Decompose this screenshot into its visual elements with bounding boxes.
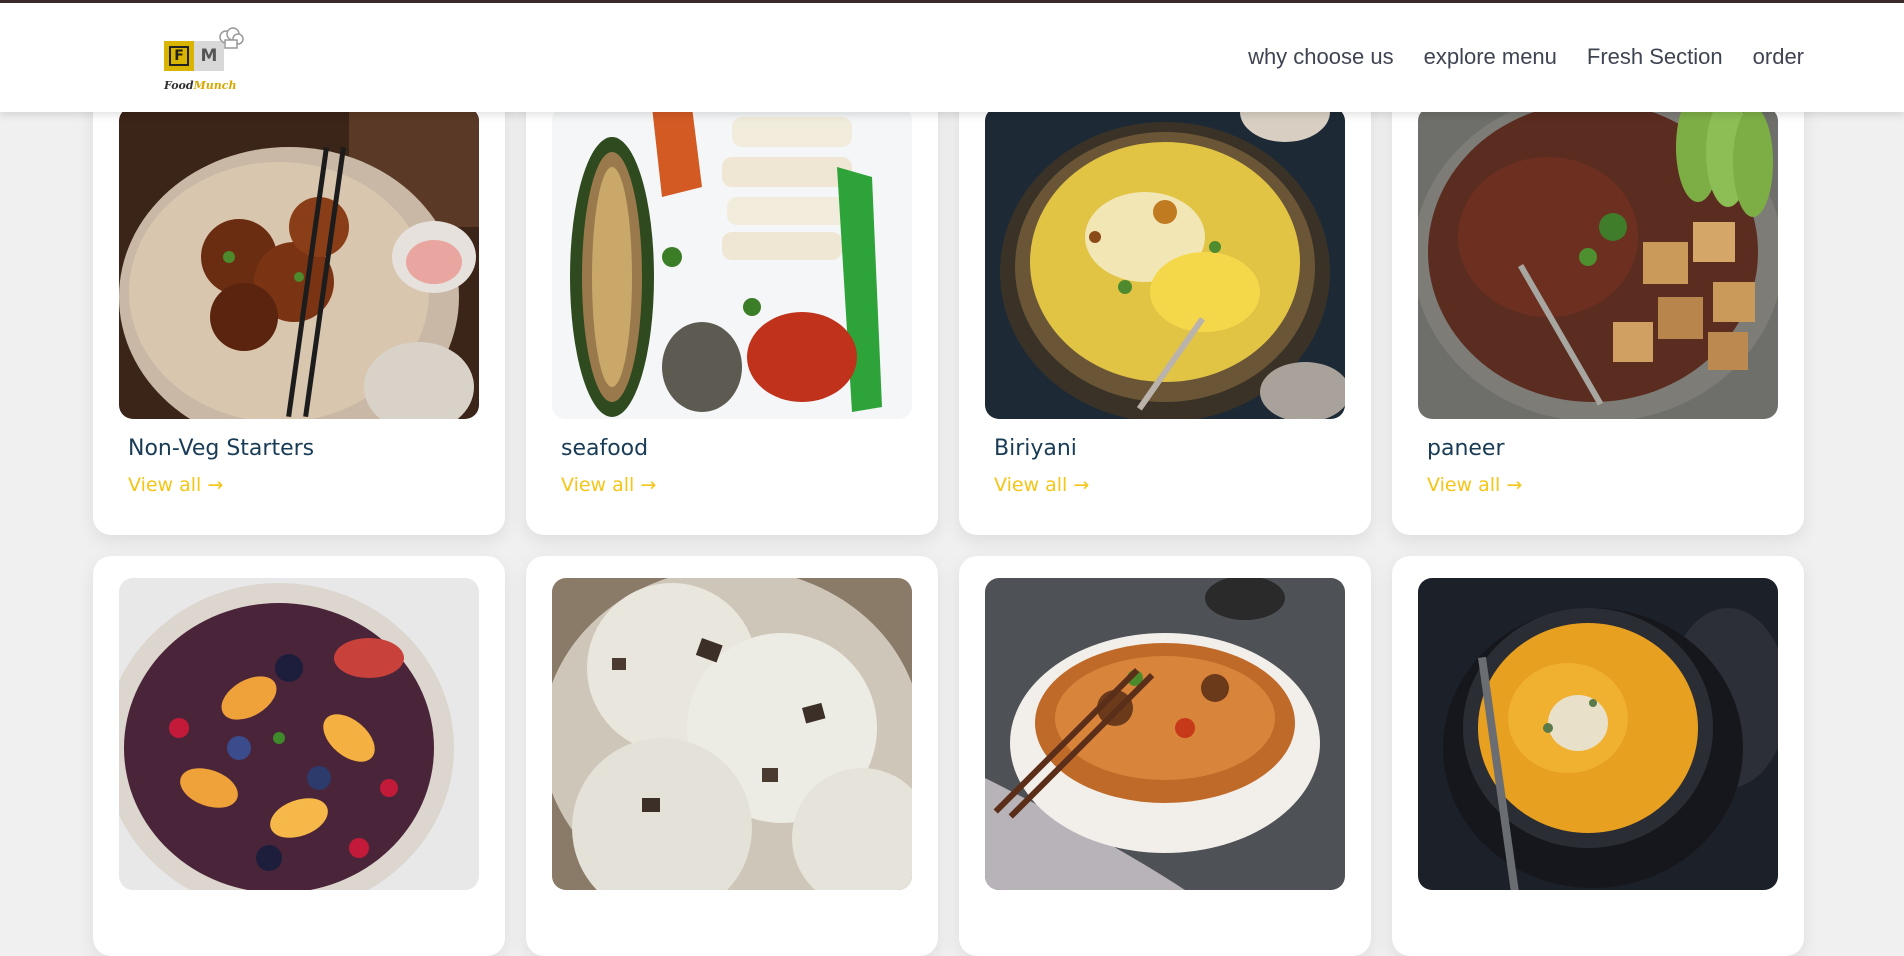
noodles-image	[985, 578, 1345, 890]
menu-card-ice-cream[interactable]	[526, 556, 938, 956]
nav-order[interactable]: order	[1753, 44, 1804, 70]
logo-letter-f: F	[164, 41, 194, 71]
navbar: F M FoodMunch why choose us explore menu…	[0, 3, 1904, 112]
nav-why-choose-us[interactable]: why choose us	[1248, 44, 1394, 70]
nav-fresh-section[interactable]: Fresh Section	[1587, 44, 1723, 70]
view-all-link[interactable]: View all →	[561, 474, 656, 496]
card-title: Non-Veg Starters	[128, 436, 315, 461]
brand-logo[interactable]: F M FoodMunch	[160, 27, 244, 97]
card-title: paneer	[1427, 436, 1505, 461]
window-top-border	[0, 0, 1904, 3]
brand-name: FoodMunch	[164, 79, 237, 92]
biriyani-image	[985, 107, 1345, 419]
view-all-link[interactable]: View all →	[994, 474, 1089, 496]
menu-card-seafood[interactable]: seafood View all →	[526, 85, 938, 535]
pumpkin-soup-image	[1418, 578, 1778, 890]
menu-card-biriyani[interactable]: Biriyani View all →	[959, 85, 1371, 535]
fruit-bowl-image	[119, 578, 479, 890]
view-all-link[interactable]: View all →	[128, 474, 223, 496]
view-all-link[interactable]: View all →	[1427, 474, 1522, 496]
menu-card-noodles[interactable]	[959, 556, 1371, 956]
paneer-bowl-image	[1418, 107, 1778, 419]
grilled-seafood-image	[552, 107, 912, 419]
menu-card-non-veg-starters[interactable]: Non-Veg Starters View all →	[93, 85, 505, 535]
nav-links: why choose us explore menu Fresh Section…	[1248, 44, 1804, 70]
nav-explore-menu[interactable]: explore menu	[1424, 44, 1557, 70]
chef-hat-icon	[219, 27, 244, 49]
menu-card-paneer[interactable]: paneer View all →	[1392, 85, 1804, 535]
menu-card-fruit-bowl[interactable]	[93, 556, 505, 956]
card-title: Biriyani	[994, 436, 1077, 461]
menu-card-pumpkin-soup[interactable]	[1392, 556, 1804, 956]
ice-cream-image	[552, 578, 912, 890]
card-title: seafood	[561, 436, 649, 461]
fried-chicken-image	[119, 107, 479, 419]
